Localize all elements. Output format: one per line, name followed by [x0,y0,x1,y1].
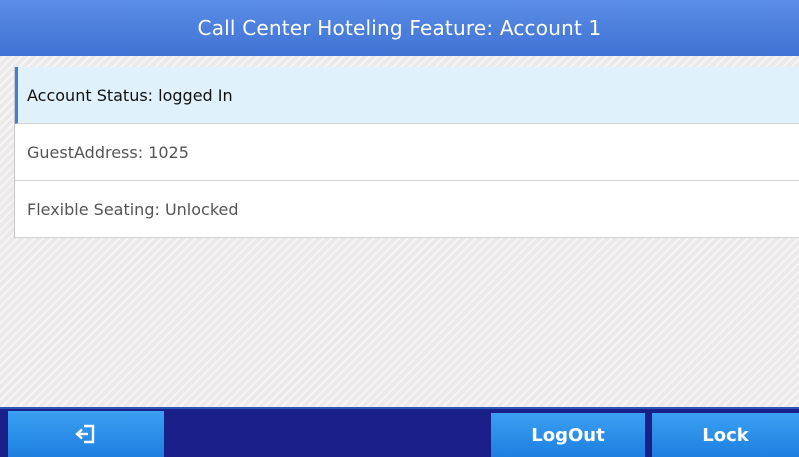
list-item-label: GuestAddress: 1025 [27,142,189,162]
lock-label: Lock [702,424,749,446]
exit-icon [75,423,97,445]
list-item-flexible-seating[interactable]: Flexible Seating: Unlocked [15,181,799,238]
back-softkey[interactable] [8,411,164,457]
logout-label: LogOut [531,424,605,446]
account-info-list: Account Status: logged In GuestAddress: … [14,67,799,238]
list-item-label: Flexible Seating: Unlocked [27,199,239,219]
logout-softkey[interactable]: LogOut [491,413,645,457]
list-item-label: Account Status: logged In [27,85,233,105]
lock-softkey[interactable]: Lock [652,413,799,457]
softkey-bar: LogOut Lock [0,407,799,457]
page-title: Call Center Hoteling Feature: Account 1 [197,16,602,40]
title-bar: Call Center Hoteling Feature: Account 1 [0,0,799,56]
list-item-account-status[interactable]: Account Status: logged In [15,67,799,124]
list-item-guest-address[interactable]: GuestAddress: 1025 [15,124,799,181]
